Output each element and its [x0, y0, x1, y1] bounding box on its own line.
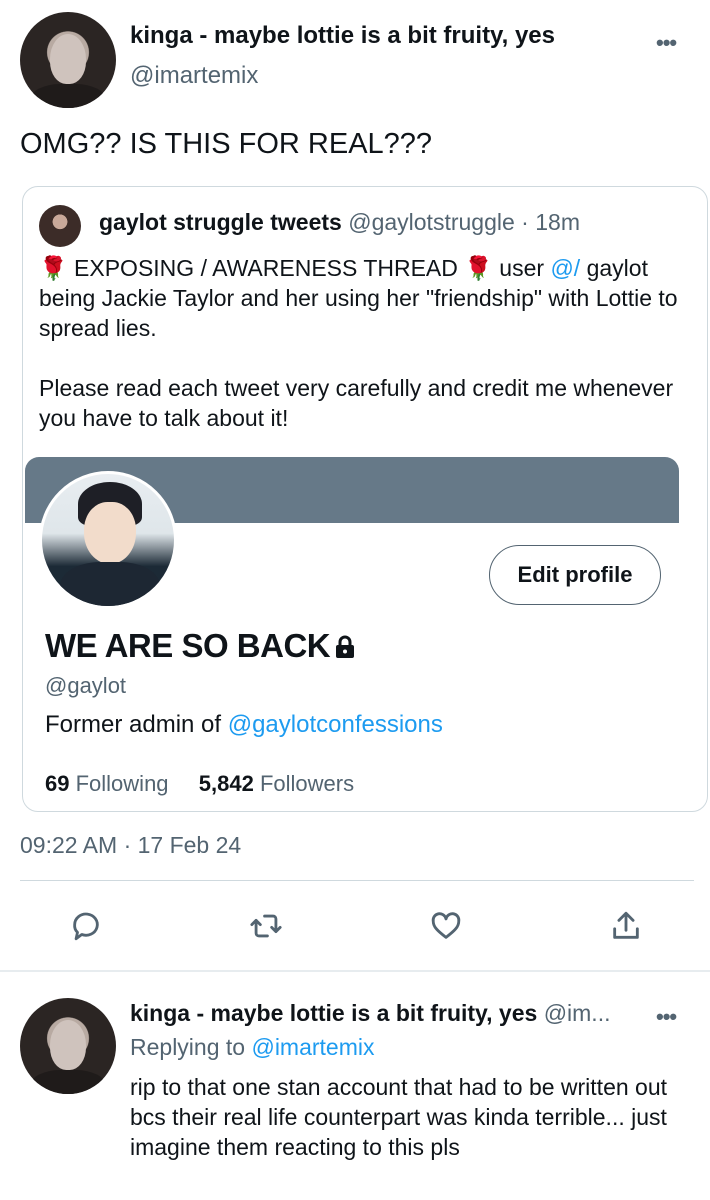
reply-author-name[interactable]: kinga - maybe lottie is a bit fruity, ye…	[130, 1000, 537, 1026]
like-icon[interactable]	[426, 906, 466, 946]
reply-author-avatar[interactable]	[20, 998, 116, 1094]
profile-name: WE ARE SO BACK	[45, 627, 356, 667]
reply-header: kinga - maybe lottie is a bit fruity, ye…	[130, 1000, 610, 1027]
quoted-tweet-header: gaylot struggle tweets @gaylotstruggle ·…	[99, 209, 580, 236]
following-count: 69	[45, 771, 70, 796]
reply-author-handle[interactable]: @im...	[544, 1000, 611, 1026]
lock-icon	[334, 629, 356, 667]
quoted-author-handle: @gaylotstruggle	[348, 209, 515, 235]
tweet-text: OMG?? IS THIS FOR REAL???	[20, 128, 433, 160]
more-options-icon[interactable]: •••	[656, 30, 677, 56]
mention-link[interactable]: @/	[550, 255, 580, 281]
author-handle[interactable]: @imartemix	[130, 62, 258, 90]
replying-to: Replying to @imartemix	[130, 1034, 375, 1061]
replying-handle-link[interactable]: @imartemix	[251, 1034, 374, 1060]
profile-avatar	[39, 471, 177, 609]
rose-emoji-icon: 🌹	[464, 255, 493, 281]
following-label: Following	[75, 771, 169, 796]
author-name[interactable]: kinga - maybe lottie is a bit fruity, ye…	[130, 22, 555, 50]
followers-label: Followers	[259, 771, 355, 796]
quoted-author-avatar	[39, 205, 81, 247]
section-divider	[0, 970, 710, 972]
quoted-time: 18m	[535, 209, 580, 235]
reply-more-options-icon[interactable]: •••	[656, 1004, 677, 1030]
followers-count: 5,842	[198, 771, 254, 796]
bio-link: @gaylotconfessions	[227, 711, 443, 738]
reply-text: rip to that one stan account that had to…	[130, 1074, 668, 1160]
quoted-paragraph2: Please read each tweet very carefully an…	[39, 375, 674, 431]
quoted-tweet-text: 🌹 EXPOSING / AWARENESS THREAD 🌹 user @/ …	[39, 253, 679, 433]
rose-emoji-icon: 🌹	[39, 255, 68, 281]
profile-name-text: WE ARE SO BACK	[45, 627, 331, 664]
replying-prefix: Replying to	[130, 1034, 252, 1060]
divider	[20, 880, 694, 881]
profile-bio: Former admin of @gaylotconfessions	[45, 711, 443, 739]
quoted-tweet[interactable]: gaylot struggle tweets @gaylotstruggle ·…	[22, 186, 708, 812]
edit-profile-button: Edit profile	[489, 545, 661, 605]
retweet-icon[interactable]	[246, 906, 286, 946]
reply-icon[interactable]	[66, 906, 106, 946]
profile-stats: 69 Following 5,842 Followers	[45, 771, 354, 797]
tweet-timestamp[interactable]: 09:22 AM · 17 Feb 24	[20, 832, 241, 859]
quoted-separator: ·	[514, 209, 536, 235]
bio-prefix: Former admin of	[45, 711, 228, 738]
author-avatar[interactable]	[20, 12, 116, 108]
profile-screenshot-image[interactable]: Edit profile WE ARE SO BACK @gaylot Form…	[23, 457, 707, 811]
profile-handle: @gaylot	[45, 673, 127, 698]
quoted-author-name: gaylot struggle tweets	[99, 209, 342, 235]
share-icon[interactable]	[606, 906, 646, 946]
quoted-line1-b: user	[492, 255, 551, 281]
quoted-line1-a: EXPOSING / AWARENESS THREAD	[67, 255, 465, 281]
